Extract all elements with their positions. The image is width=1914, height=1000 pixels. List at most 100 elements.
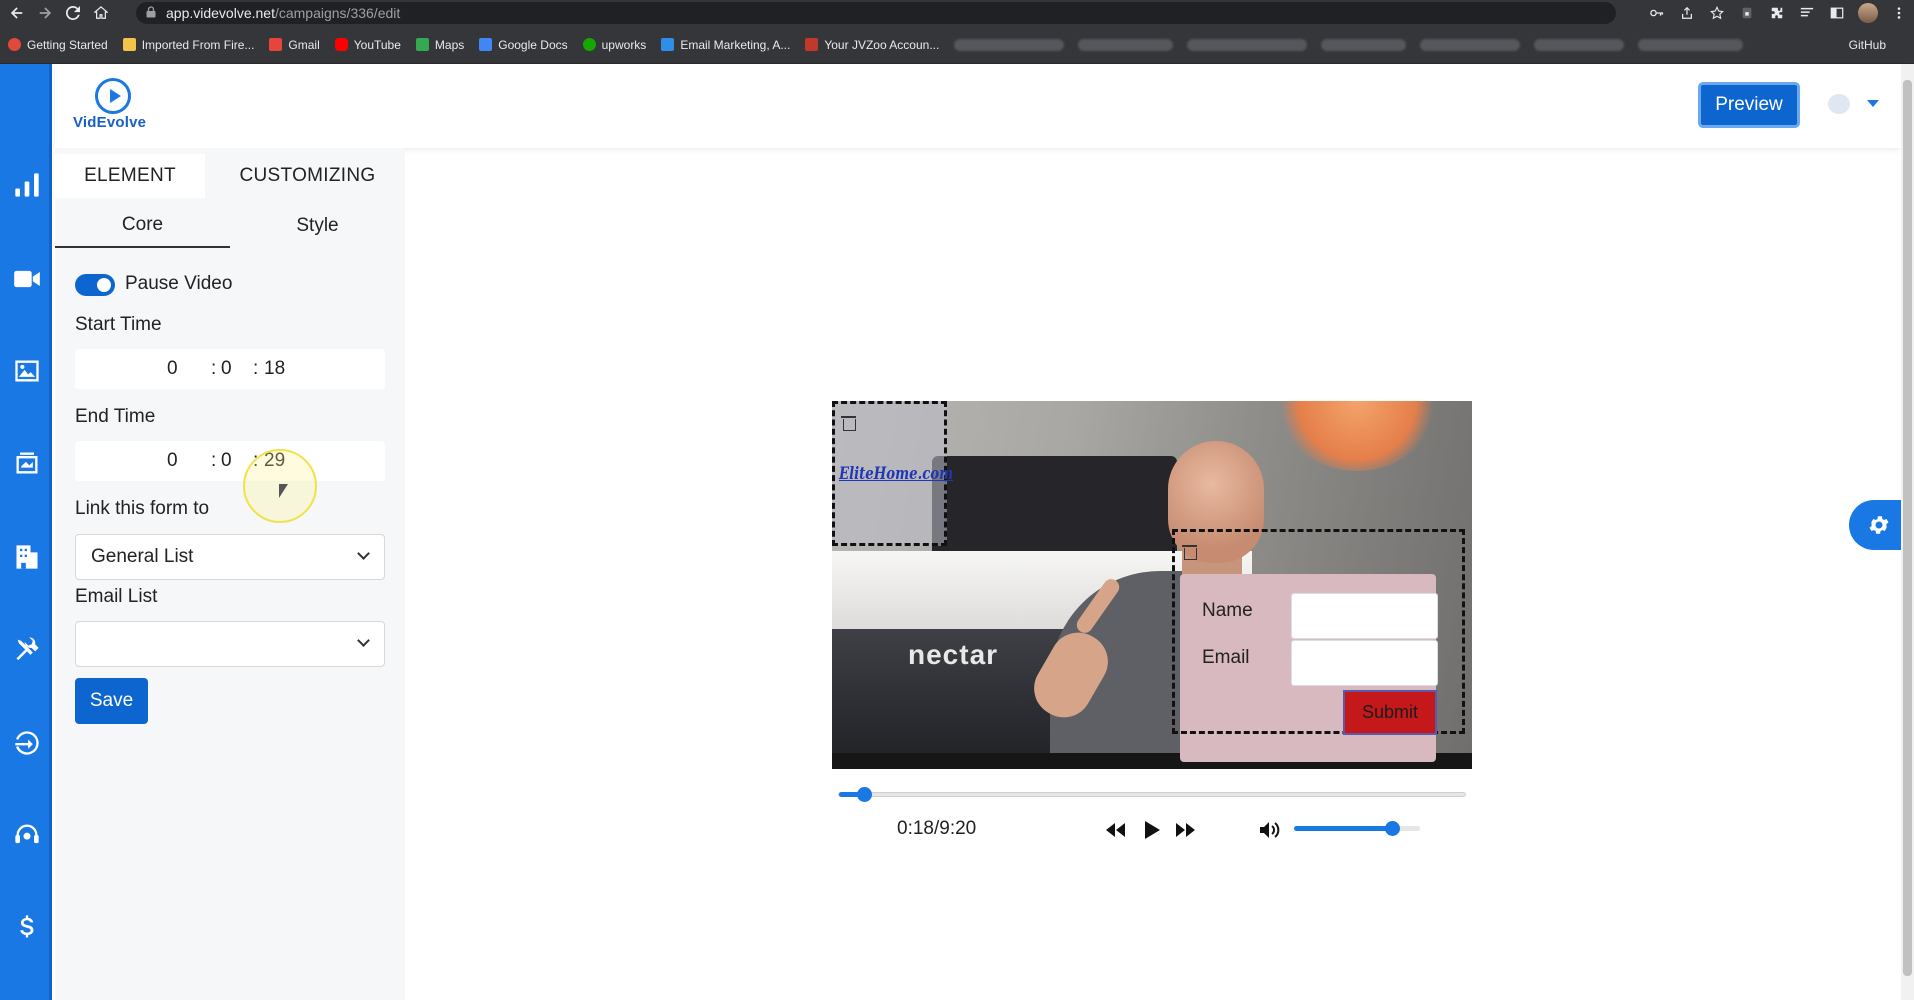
profile-avatar[interactable] bbox=[1858, 3, 1878, 23]
building-icon[interactable] bbox=[12, 542, 42, 572]
video-progress-bar[interactable] bbox=[838, 787, 1466, 802]
template-icon[interactable] bbox=[12, 448, 42, 478]
image-icon[interactable] bbox=[12, 356, 42, 386]
play-logo-icon bbox=[95, 78, 131, 114]
chevron-down-icon[interactable] bbox=[1867, 100, 1879, 107]
bookmarks-bar: Getting Started Imported From Fire... Gm… bbox=[0, 26, 1914, 64]
trash-icon[interactable] bbox=[1182, 544, 1197, 560]
email-icon bbox=[661, 38, 675, 51]
rewind-icon[interactable] bbox=[1104, 818, 1128, 842]
video-icon[interactable] bbox=[12, 264, 42, 294]
volume-slider[interactable] bbox=[1294, 821, 1420, 836]
blurred-bookmark bbox=[1638, 38, 1744, 51]
pause-video-label: Pause Video bbox=[125, 273, 233, 294]
kebab-menu-icon[interactable] bbox=[1890, 4, 1908, 22]
mattress-brand-text: nectar bbox=[908, 639, 999, 670]
blurred-bookmark bbox=[1187, 38, 1308, 51]
tools-icon[interactable] bbox=[12, 634, 42, 664]
home-icon[interactable] bbox=[90, 2, 112, 24]
bookmark-google-docs[interactable]: Google Docs bbox=[479, 38, 568, 52]
form-email-input[interactable] bbox=[1291, 640, 1438, 686]
logo-overlay-element[interactable]: EliteHome.com bbox=[832, 401, 953, 546]
user-avatar[interactable] bbox=[1828, 94, 1850, 114]
bookmark-maps[interactable]: Maps bbox=[415, 38, 464, 52]
blurred-bookmark bbox=[1420, 38, 1521, 51]
end-time-label: End Time bbox=[75, 406, 156, 427]
trash-icon[interactable] bbox=[841, 415, 856, 431]
volume-icon[interactable] bbox=[1258, 818, 1282, 842]
jvzoo-icon bbox=[805, 38, 819, 51]
reload-icon[interactable] bbox=[62, 2, 84, 24]
back-icon[interactable] bbox=[6, 2, 28, 24]
puzzle-icon[interactable] bbox=[1768, 4, 1786, 22]
end-time-hours[interactable]: 0 bbox=[167, 450, 178, 472]
support-icon[interactable] bbox=[12, 820, 42, 850]
email-list-label: Email List bbox=[75, 586, 158, 607]
progress-knob[interactable] bbox=[857, 787, 873, 802]
browser-toolbar: app.videvolve.net/campaigns/336/edit bbox=[0, 0, 1914, 26]
youtube-icon bbox=[334, 38, 348, 51]
gear-icon bbox=[1869, 516, 1889, 534]
share-icon[interactable] bbox=[1678, 4, 1696, 22]
play-icon[interactable] bbox=[1139, 818, 1163, 842]
time-separator: : bbox=[211, 358, 217, 379]
bookmark-jvzoo[interactable]: Your JVZoo Accoun... bbox=[805, 38, 939, 52]
window-icon[interactable] bbox=[1828, 4, 1846, 22]
end-time-field[interactable]: 0 : 0 : 29 bbox=[75, 441, 385, 481]
form-submit-button[interactable]: Submit bbox=[1343, 690, 1437, 735]
pause-video-toggle[interactable] bbox=[75, 274, 115, 296]
videvolve-logo[interactable]: VidEvolve bbox=[73, 78, 163, 136]
stats-icon[interactable] bbox=[12, 170, 42, 200]
lock-icon bbox=[146, 5, 156, 21]
link-form-select[interactable]: General List bbox=[75, 534, 385, 580]
start-time-hours[interactable]: 0 bbox=[167, 358, 178, 380]
time-separator: : bbox=[253, 358, 259, 379]
key-icon[interactable] bbox=[1648, 4, 1666, 22]
settings-gear-button[interactable] bbox=[1849, 500, 1901, 550]
address-bar[interactable]: app.videvolve.net/campaigns/336/edit bbox=[136, 2, 1616, 24]
page-scrollbar[interactable] bbox=[1901, 64, 1914, 1000]
scrollbar-thumb[interactable] bbox=[1903, 80, 1912, 976]
bookmark-gmail[interactable]: Gmail bbox=[269, 38, 320, 52]
volume-fill bbox=[1294, 826, 1393, 831]
tab-customizing[interactable]: CUSTOMIZING bbox=[215, 154, 400, 198]
folder-icon bbox=[122, 38, 136, 51]
tab-element[interactable]: ELEMENT bbox=[55, 154, 205, 198]
link-form-label: Link this form to bbox=[75, 498, 210, 519]
volume-knob[interactable] bbox=[1385, 821, 1401, 836]
bookmark-email-marketing[interactable]: Email Marketing, A... bbox=[661, 38, 790, 52]
fast-forward-icon[interactable] bbox=[1173, 818, 1197, 842]
blurred-bookmark bbox=[954, 38, 1065, 51]
bookmark-github[interactable]: GitHub bbox=[1849, 38, 1886, 52]
start-time-field[interactable]: 0 : 0 : 18 bbox=[75, 349, 385, 389]
subtab-core[interactable]: Core bbox=[55, 204, 230, 248]
upwork-icon bbox=[582, 38, 596, 51]
preview-button[interactable]: Preview bbox=[1698, 82, 1800, 128]
extension-lock-icon[interactable] bbox=[1738, 4, 1756, 22]
bookmark-getting-started[interactable]: Getting Started bbox=[8, 38, 108, 52]
bookmark-youtube[interactable]: YouTube bbox=[334, 38, 401, 52]
chevron-down-icon bbox=[357, 634, 370, 647]
bookmark-favicon-icon bbox=[8, 38, 21, 51]
link-form-value: General List bbox=[91, 546, 194, 567]
time-separator: : bbox=[211, 450, 217, 471]
start-time-label: Start Time bbox=[75, 314, 162, 335]
start-time-seconds[interactable]: 18 bbox=[264, 358, 285, 380]
email-list-select[interactable] bbox=[75, 621, 385, 667]
start-time-minutes[interactable]: 0 bbox=[221, 358, 232, 380]
star-icon[interactable] bbox=[1708, 4, 1726, 22]
subtab-style[interactable]: Style bbox=[230, 204, 405, 248]
bookmark-upworks[interactable]: upworks bbox=[582, 38, 646, 52]
end-time-minutes[interactable]: 0 bbox=[221, 450, 232, 472]
dollar-icon[interactable] bbox=[12, 912, 42, 942]
forward-icon[interactable] bbox=[34, 2, 56, 24]
logout-icon[interactable] bbox=[12, 728, 42, 758]
app-header: VidEvolve Preview bbox=[55, 64, 1901, 148]
reading-list-icon[interactable] bbox=[1798, 4, 1816, 22]
bookmark-imported[interactable]: Imported From Fire... bbox=[122, 38, 254, 52]
chevron-down-icon bbox=[357, 547, 370, 560]
form-name-input[interactable] bbox=[1291, 593, 1438, 639]
save-button[interactable]: Save bbox=[75, 678, 148, 724]
logo-text: VidEvolve bbox=[73, 114, 147, 131]
blurred-bookmark bbox=[1534, 38, 1625, 51]
